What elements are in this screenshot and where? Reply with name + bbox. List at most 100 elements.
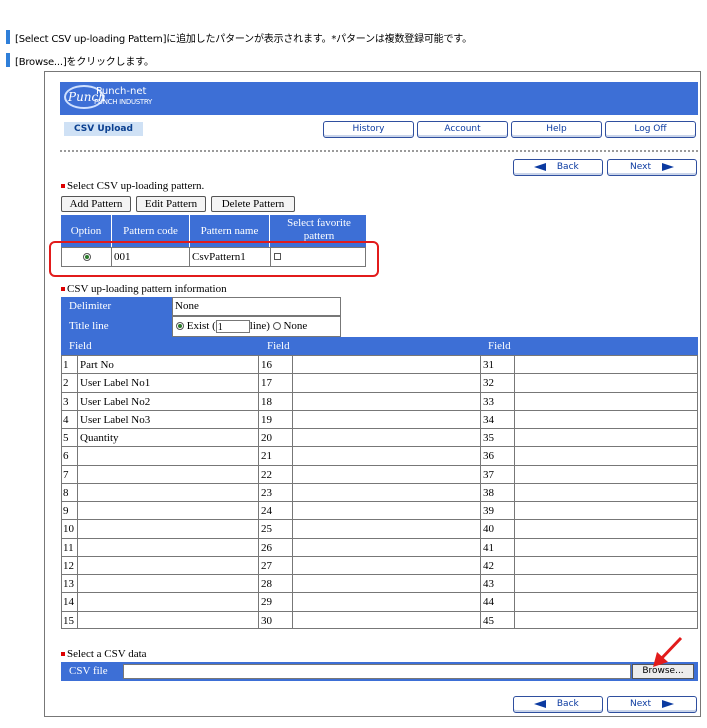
field-value[interactable]: [77, 501, 258, 519]
field-value[interactable]: User Label No1: [77, 373, 258, 392]
arrow-right-icon: [661, 162, 674, 171]
exist-label: Exist (: [186, 320, 216, 332]
delimiter-label: Delimiter: [61, 297, 173, 316]
title-line-count-input[interactable]: 1: [215, 319, 250, 333]
field-number: 33: [480, 392, 514, 410]
field-number: 6: [61, 446, 77, 465]
app-banner: Punch Punch-net PUNCH INDUSTRY: [60, 82, 698, 115]
field-value[interactable]: [514, 373, 698, 392]
field-value[interactable]: [292, 355, 480, 373]
field-value[interactable]: [77, 611, 258, 629]
logo-subtitle: PUNCH INDUSTRY: [94, 98, 152, 106]
field-value[interactable]: [514, 501, 698, 519]
field-value[interactable]: [77, 446, 258, 465]
field-value[interactable]: [77, 556, 258, 574]
field-value[interactable]: [514, 574, 698, 592]
field-value[interactable]: [514, 392, 698, 410]
field-value[interactable]: Quantity: [77, 428, 258, 446]
logo-title: Punch-net: [96, 86, 147, 97]
arrow-left-icon: [534, 699, 546, 708]
field-value[interactable]: [292, 446, 480, 465]
field-number: 8: [61, 483, 77, 501]
field-value[interactable]: [514, 538, 698, 556]
field-number: 20: [258, 428, 292, 446]
field-value[interactable]: [514, 355, 698, 373]
field-value[interactable]: [292, 465, 480, 483]
help-button[interactable]: Help: [511, 121, 602, 138]
field-value[interactable]: [77, 483, 258, 501]
field-number: 27: [258, 556, 292, 574]
line-label: line): [249, 320, 270, 332]
field-value[interactable]: [77, 538, 258, 556]
instruction-1: [Select CSV up-loading Pattern]に追加したパターン…: [6, 29, 472, 45]
add-pattern-button[interactable]: Add Pattern: [61, 196, 131, 212]
field-value[interactable]: [292, 501, 480, 519]
history-button[interactable]: History: [323, 121, 414, 138]
field-number: 19: [258, 410, 292, 428]
field-number: 24: [258, 501, 292, 519]
field-value[interactable]: [292, 428, 480, 446]
field-number: 45: [480, 611, 514, 629]
instruction-text: [Browse...]をクリックします。: [15, 56, 154, 68]
field-value[interactable]: [292, 556, 480, 574]
field-value[interactable]: [514, 519, 698, 538]
none-radio[interactable]: [272, 322, 281, 330]
field-value[interactable]: [77, 574, 258, 592]
field-number: 28: [258, 574, 292, 592]
field-number: 32: [480, 373, 514, 392]
next-button-bottom[interactable]: Next: [607, 696, 697, 713]
next-label: Next: [630, 699, 651, 709]
field-value[interactable]: User Label No3: [77, 410, 258, 428]
back-button-top[interactable]: Back: [513, 159, 603, 176]
back-button-bottom[interactable]: Back: [513, 696, 603, 713]
field-number: 15: [61, 611, 77, 629]
field-number: 3: [61, 392, 77, 410]
csv-file-label: CSV file: [69, 665, 108, 677]
field-value[interactable]: [514, 465, 698, 483]
field-value[interactable]: [514, 611, 698, 629]
field-number: 16: [258, 355, 292, 373]
field-number: 31: [480, 355, 514, 373]
field-value[interactable]: [292, 392, 480, 410]
field-header-2: Field: [267, 340, 290, 352]
field-value[interactable]: [292, 574, 480, 592]
field-value[interactable]: User Label No2: [77, 392, 258, 410]
menu-bar: CSV Upload History Account Help Log Off: [60, 118, 698, 142]
bullet-bar-icon: [6, 30, 10, 44]
page-tag: CSV Upload: [64, 122, 143, 136]
field-number: 43: [480, 574, 514, 592]
field-number: 25: [258, 519, 292, 538]
field-value[interactable]: [77, 592, 258, 611]
csv-file-input[interactable]: [123, 664, 631, 679]
arrow-right-icon: [661, 699, 674, 708]
logoff-button[interactable]: Log Off: [605, 121, 696, 138]
field-value[interactable]: [514, 428, 698, 446]
field-value[interactable]: [292, 611, 480, 629]
account-button[interactable]: Account: [417, 121, 508, 138]
field-value[interactable]: [514, 483, 698, 501]
field-value[interactable]: [77, 519, 258, 538]
field-value[interactable]: [514, 446, 698, 465]
field-value[interactable]: [77, 465, 258, 483]
csv-file-row: CSV file Browse...: [61, 662, 698, 681]
highlight-box: [49, 241, 379, 277]
next-button-top[interactable]: Next: [607, 159, 697, 176]
field-value[interactable]: [292, 519, 480, 538]
field-value[interactable]: [514, 592, 698, 611]
red-square-icon: [61, 652, 65, 657]
field-value[interactable]: [292, 592, 480, 611]
exist-radio[interactable]: [176, 322, 184, 330]
delete-pattern-button[interactable]: Delete Pattern: [211, 196, 295, 212]
field-value[interactable]: [292, 483, 480, 501]
field-value[interactable]: [292, 410, 480, 428]
field-value[interactable]: Part No: [77, 355, 258, 373]
field-number: 38: [480, 483, 514, 501]
edit-pattern-button[interactable]: Edit Pattern: [136, 196, 206, 212]
field-value[interactable]: [514, 410, 698, 428]
field-value[interactable]: [292, 538, 480, 556]
back-label: Back: [556, 162, 579, 172]
field-value[interactable]: [292, 373, 480, 392]
instruction-2: [Browse...]をクリックします。: [6, 52, 154, 68]
field-number: 14: [61, 592, 77, 611]
field-value[interactable]: [514, 556, 698, 574]
